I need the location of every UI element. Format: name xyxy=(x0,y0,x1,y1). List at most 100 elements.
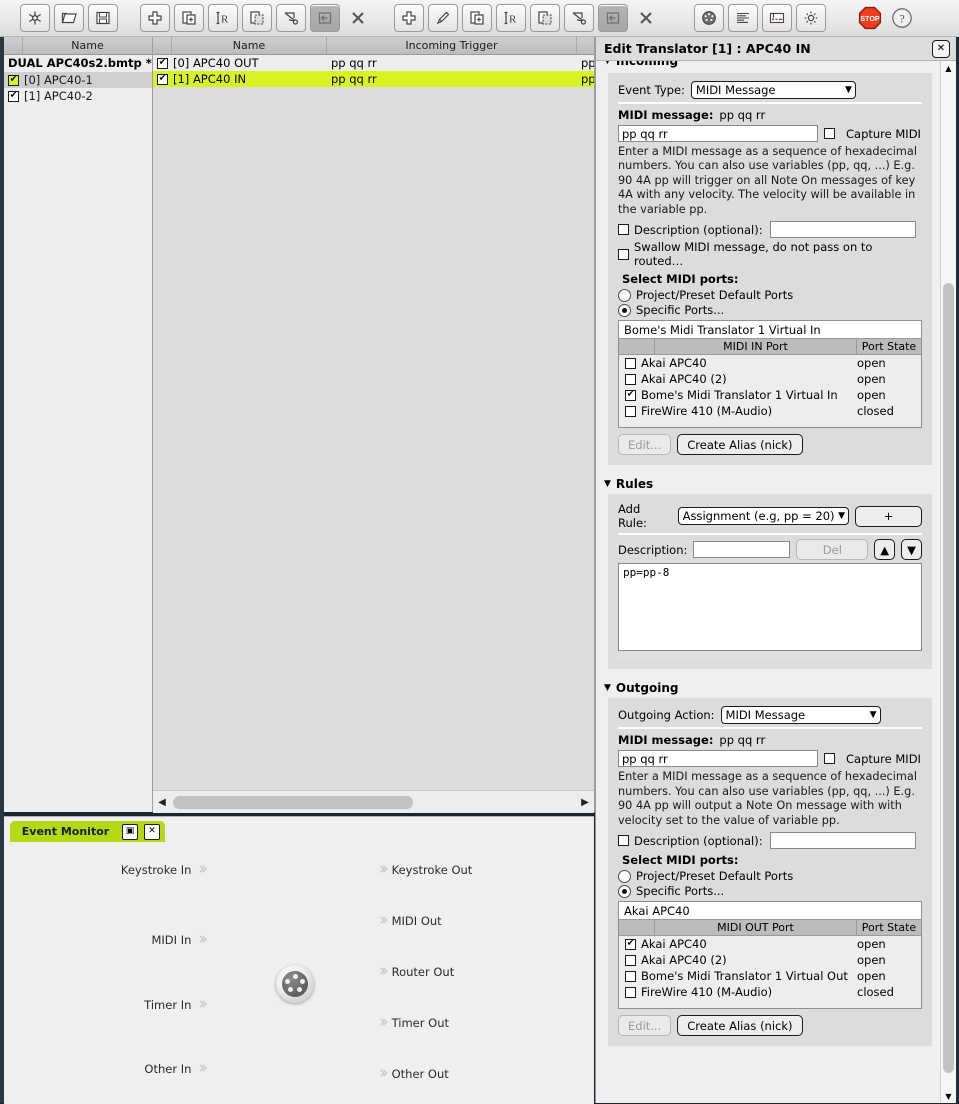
incoming-default-ports-radio[interactable] xyxy=(618,288,631,302)
outgoing-port-checkbox-2[interactable] xyxy=(625,970,636,982)
add-rule-select[interactable]: Assignment (e.g, pp = 20) ▼ xyxy=(677,507,850,526)
rule-move-down-button[interactable]: ▼ xyxy=(901,539,922,561)
incoming-specific-ports-radio[interactable] xyxy=(618,303,631,317)
paste-preset-button[interactable] xyxy=(310,4,340,32)
list-item[interactable]: Akai APC40 (2) open xyxy=(619,371,921,387)
maximize-icon[interactable]: ▣ xyxy=(122,823,138,840)
cut-preset-button[interactable] xyxy=(276,4,306,32)
copy-translator-button[interactable] xyxy=(530,4,560,32)
incoming-port-filter[interactable]: Bome's Midi Translator 1 Virtual In xyxy=(619,321,921,339)
incoming-port-checkbox-2[interactable] xyxy=(625,389,636,401)
rename-translator-button[interactable]: R xyxy=(496,4,526,32)
outgoing-port-filter[interactable]: Akai APC40 xyxy=(619,902,921,920)
routing-midi-in[interactable]: MIDI In ›› xyxy=(151,931,207,948)
add-preset-button[interactable] xyxy=(140,4,170,32)
stop-button[interactable]: STOP xyxy=(856,5,884,31)
midi-router-button[interactable] xyxy=(694,4,724,32)
incoming-capture-midi-checkbox[interactable] xyxy=(824,128,835,139)
scroll-thumb[interactable] xyxy=(943,283,954,1073)
list-item[interactable]: FireWire 410 (M-Audio) closed xyxy=(619,403,921,419)
outgoing-port-checkbox-3[interactable] xyxy=(625,986,636,998)
event-monitor-tab[interactable]: Event Monitor ▣ ✕ xyxy=(10,821,165,842)
preferences-button[interactable] xyxy=(796,4,826,32)
outgoing-description-checkbox[interactable] xyxy=(618,835,629,847)
incoming-description-checkbox[interactable] xyxy=(618,224,629,236)
scroll-up-arrow-icon[interactable]: ▲ xyxy=(941,61,956,75)
cut-translator-button[interactable] xyxy=(564,4,594,32)
rule-description-input[interactable] xyxy=(693,541,791,559)
outgoing-specific-ports-radio[interactable] xyxy=(618,884,631,898)
close-icon[interactable]: ✕ xyxy=(144,823,160,840)
scroll-left-arrow-icon[interactable]: ◀ xyxy=(153,797,171,808)
delete-translator-button[interactable] xyxy=(632,5,660,31)
rules-text-editor[interactable]: pp=pp-8 xyxy=(618,563,922,652)
table-row[interactable]: [1] APC40 IN pp qq rr pp qq rr xyxy=(153,71,594,87)
scroll-thumb[interactable] xyxy=(173,795,413,809)
outgoing-specific-ports-radio-row[interactable]: Specific Ports... xyxy=(618,884,922,898)
routing-timer-in[interactable]: Timer In ›› xyxy=(144,996,208,1013)
outgoing-section-header[interactable]: ▼ Outgoing xyxy=(596,677,940,698)
outgoing-capture-midi-checkbox[interactable] xyxy=(824,753,835,765)
routing-other-out[interactable]: ›› Other Out xyxy=(379,1065,449,1082)
delete-preset-button[interactable] xyxy=(344,5,372,31)
open-project-button[interactable] xyxy=(54,4,84,32)
rule-move-up-button[interactable]: ▲ xyxy=(874,539,896,561)
incoming-swallow-checkbox[interactable] xyxy=(618,248,629,260)
routing-midi-out[interactable]: ›› MIDI Out xyxy=(379,912,442,929)
routing-other-in[interactable]: Other In ›› xyxy=(144,1060,207,1077)
preset-row-1[interactable]: [1] APC40-2 xyxy=(4,88,152,104)
incoming-specific-ports-radio-row[interactable]: Specific Ports... xyxy=(618,303,922,317)
list-item[interactable]: FireWire 410 (M-Audio) closed xyxy=(619,984,921,1000)
outgoing-edit-port-button[interactable]: Edit... xyxy=(618,1015,672,1037)
preset-checkbox-0[interactable] xyxy=(8,74,19,86)
midi-din-icon[interactable] xyxy=(276,965,314,1003)
outgoing-default-ports-radio[interactable] xyxy=(618,869,631,883)
rename-preset-button[interactable]: R xyxy=(208,4,238,32)
outgoing-port-checkbox-0[interactable] xyxy=(625,938,636,950)
incoming-port-checkbox-1[interactable] xyxy=(625,373,636,385)
incoming-create-alias-button[interactable]: Create Alias (nick) xyxy=(677,434,803,456)
incoming-midi-message-input[interactable]: pp qq rr xyxy=(618,125,818,142)
table-row[interactable]: [0] APC40 OUT pp qq rr pp qq rr xyxy=(153,55,594,71)
copy-preset-button[interactable] xyxy=(242,4,272,32)
duplicate-translator-button[interactable] xyxy=(462,4,492,32)
outgoing-port-checkbox-1[interactable] xyxy=(625,954,636,966)
routing-keystroke-in[interactable]: Keystroke In ›› xyxy=(121,861,208,878)
log-window-button[interactable] xyxy=(728,4,758,32)
scroll-down-arrow-icon[interactable]: ▼ xyxy=(941,1089,956,1103)
incoming-section-header[interactable]: ▼ Incoming xyxy=(596,61,940,69)
save-project-button[interactable] xyxy=(88,4,118,32)
rules-section-header[interactable]: ▼ Rules xyxy=(596,473,940,494)
routing-keystroke-out[interactable]: ›› Keystroke Out xyxy=(379,861,472,878)
help-button[interactable]: ? xyxy=(888,5,916,31)
outgoing-default-ports-radio-row[interactable]: Project/Preset Default Ports xyxy=(618,869,922,883)
add-translator-button[interactable] xyxy=(394,4,424,32)
incoming-description-input[interactable] xyxy=(769,221,916,239)
editor-vertical-scrollbar[interactable]: ▲ ▼ xyxy=(940,61,956,1103)
incoming-edit-port-button[interactable]: Edit... xyxy=(618,434,672,456)
incoming-default-ports-radio-row[interactable]: Project/Preset Default Ports xyxy=(618,288,922,302)
translator-checkbox-1[interactable] xyxy=(153,73,172,85)
translator-checkbox-0[interactable] xyxy=(153,57,172,69)
list-item[interactable]: Bome's Midi Translator 1 Virtual Out ope… xyxy=(619,968,921,984)
close-icon[interactable]: ✕ xyxy=(932,39,950,58)
edit-translator-button[interactable] xyxy=(428,4,458,32)
list-item[interactable]: Akai APC40 open xyxy=(619,355,921,371)
list-item[interactable]: Bome's Midi Translator 1 Virtual In open xyxy=(619,387,921,403)
preset-row-0[interactable]: [0] APC40-1 xyxy=(4,72,152,88)
rules-horizontal-scrollbar[interactable] xyxy=(618,652,922,660)
routing-router-out[interactable]: ›› Router Out xyxy=(379,963,454,980)
paste-translator-button[interactable] xyxy=(598,4,628,32)
scroll-right-arrow-icon[interactable]: ▶ xyxy=(576,797,594,808)
incoming-port-checkbox-0[interactable] xyxy=(625,357,636,369)
outgoing-description-input[interactable] xyxy=(769,832,916,850)
event-type-select[interactable]: MIDI Message ▼ xyxy=(690,81,856,99)
preset-checkbox-1[interactable] xyxy=(8,90,19,102)
scroll-track[interactable] xyxy=(171,795,576,809)
list-item[interactable]: Akai APC40 open xyxy=(619,936,921,952)
routing-timer-out[interactable]: ›› Timer Out xyxy=(379,1014,449,1031)
duplicate-preset-button[interactable] xyxy=(174,4,204,32)
list-item[interactable]: Akai APC40 (2) open xyxy=(619,952,921,968)
event-monitor-button[interactable] xyxy=(762,4,792,32)
outgoing-create-alias-button[interactable]: Create Alias (nick) xyxy=(677,1015,803,1037)
